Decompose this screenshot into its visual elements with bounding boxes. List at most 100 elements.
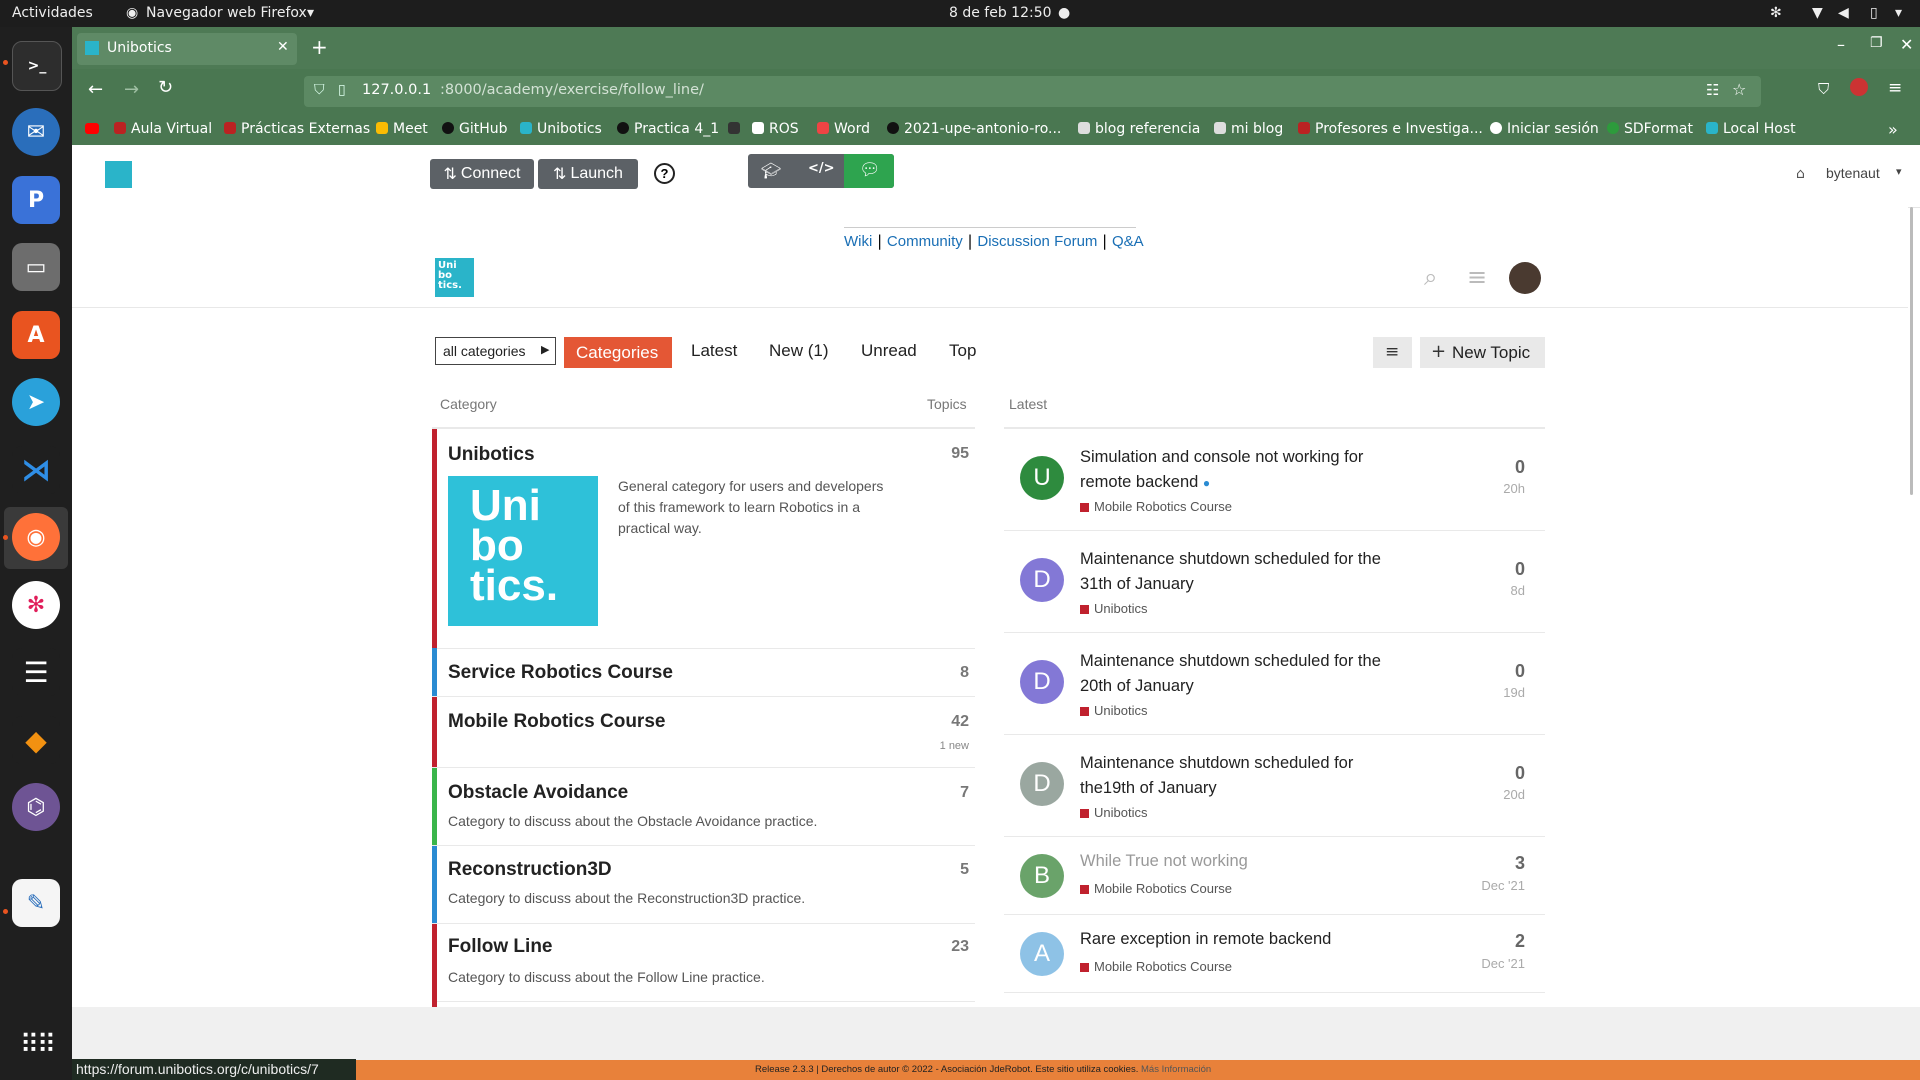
topic-age[interactable]: 19d: [1503, 685, 1525, 700]
bookmark-aula-virtual[interactable]: Aula Virtual: [114, 121, 212, 137]
bookmark-ros[interactable]: ROS: [752, 121, 799, 137]
close-window-icon[interactable]: ✕: [1900, 35, 1913, 54]
unibotics-logo[interactable]: [105, 161, 132, 188]
forward-icon[interactable]: →: [124, 79, 139, 100]
user-avatar[interactable]: [1509, 262, 1541, 294]
topic-avatar[interactable]: B: [1020, 854, 1064, 898]
new-topics-badge[interactable]: 1 new: [940, 740, 969, 752]
tab-unibotics[interactable]: Unibotics ✕: [77, 33, 297, 65]
slack-tray-icon[interactable]: ✻: [1770, 5, 1782, 21]
topic-row[interactable]: A Rare exception in remote backend Mobil…: [1004, 915, 1545, 993]
topic-avatar[interactable]: D: [1020, 660, 1064, 704]
bookmark-upe-repo[interactable]: 2021-upe-antonio-ro...: [887, 121, 1061, 137]
category-name[interactable]: Obstacle Avoidance: [448, 782, 628, 804]
power-menu-icon[interactable]: ▾: [1895, 5, 1902, 21]
bookmarks-overflow-icon[interactable]: »: [1888, 120, 1898, 139]
forum-logo[interactable]: Uni bo tics.: [435, 258, 474, 297]
volume-icon[interactable]: ◀: [1838, 5, 1849, 21]
topic-category[interactable]: Mobile Robotics Course: [1080, 881, 1232, 896]
topic-age[interactable]: 20d: [1503, 787, 1525, 802]
category-name[interactable]: Mobile Robotics Course: [448, 711, 665, 733]
category-selector[interactable]: all categories ▶: [435, 337, 556, 365]
topic-replies[interactable]: 0: [1515, 559, 1525, 580]
home-icon[interactable]: ⌂: [1796, 166, 1805, 182]
topic-replies[interactable]: 0: [1515, 457, 1525, 478]
bookmark-github[interactable]: GitHub: [442, 121, 508, 137]
tab-top[interactable]: Top: [949, 341, 976, 361]
user-menu[interactable]: bytenaut: [1826, 165, 1880, 181]
forum-scrollbar[interactable]: [1910, 207, 1913, 495]
topic-replies[interactable]: 2: [1515, 931, 1525, 952]
extension-abp-icon[interactable]: [1850, 78, 1868, 96]
reader-view-icon[interactable]: ☷: [1706, 81, 1719, 99]
category-row-service-robotics[interactable]: Service Robotics Course 8: [432, 648, 975, 697]
tab-new[interactable]: New (1): [769, 341, 829, 361]
topic-age[interactable]: Dec '21: [1481, 878, 1525, 893]
topic-row[interactable]: D Maintenance shutdown scheduled for the…: [1004, 633, 1545, 735]
bookmark-unibotics[interactable]: Unibotics: [520, 121, 602, 137]
topic-age[interactable]: 8d: [1511, 583, 1525, 598]
category-row-follow-line[interactable]: Follow Line 23 Category to discuss about…: [432, 924, 975, 1002]
pycharm-icon[interactable]: P: [12, 176, 60, 224]
category-name[interactable]: Reconstruction3D: [448, 859, 612, 881]
topic-category[interactable]: Unibotics: [1080, 703, 1147, 718]
bookmark-meet[interactable]: Meet: [376, 121, 428, 137]
help-icon[interactable]: ?: [654, 163, 675, 184]
topic-replies[interactable]: 0: [1515, 661, 1525, 682]
discussion-forum-link[interactable]: Discussion Forum: [977, 233, 1097, 250]
reload-icon[interactable]: ↻: [158, 77, 173, 98]
telegram-icon[interactable]: ➤: [12, 378, 60, 426]
hamburger-menu-icon[interactable]: ≡: [1888, 78, 1902, 98]
bookmark-local-host[interactable]: Local Host: [1706, 121, 1796, 137]
bookmark-star-icon[interactable]: ☆: [1732, 80, 1746, 99]
launch-button[interactable]: ⇅ Launch: [538, 159, 638, 189]
files-icon[interactable]: ▭: [12, 243, 60, 291]
clock[interactable]: 8 de feb 12:50: [949, 5, 1052, 21]
category-row-mobile-robotics[interactable]: Mobile Robotics Course 42 1 new: [432, 697, 975, 768]
show-apps-icon[interactable]: ⠿⠿: [20, 1030, 56, 1060]
topic-avatar[interactable]: A: [1020, 932, 1064, 976]
topic-title[interactable]: Simulation and console not working for r…: [1080, 445, 1410, 496]
topic-replies[interactable]: 3: [1515, 853, 1525, 874]
slack-icon[interactable]: ✻: [12, 581, 60, 629]
topic-replies[interactable]: 0: [1515, 763, 1525, 784]
category-row-obstacle-avoidance[interactable]: Obstacle Avoidance 7 Category to discuss…: [432, 768, 975, 846]
connect-button[interactable]: ⇅ Connect: [430, 159, 534, 189]
settings-sliders-icon[interactable]: ☰: [12, 648, 60, 696]
category-name[interactable]: Unibotics: [448, 444, 535, 466]
topic-avatar[interactable]: D: [1020, 558, 1064, 602]
topic-row[interactable]: D Maintenance shutdown scheduled for the…: [1004, 735, 1545, 837]
bookmark-sdformat[interactable]: SDFormat: [1607, 121, 1693, 137]
topic-row[interactable]: B While True not working Mobile Robotics…: [1004, 837, 1545, 915]
bookmark-word[interactable]: Word: [817, 121, 870, 137]
topic-category[interactable]: Mobile Robotics Course: [1080, 499, 1232, 514]
category-name[interactable]: Follow Line: [448, 936, 553, 958]
sidebar-toggle-button[interactable]: ≡: [1373, 337, 1412, 368]
code-mode-icon[interactable]: </>: [808, 161, 835, 176]
category-row-reconstruction3d[interactable]: Reconstruction3D 5 Category to discuss a…: [432, 846, 975, 924]
pocket-icon[interactable]: ⛉: [1818, 80, 1829, 98]
bookmark-blog-referencia[interactable]: blog referencia: [1078, 121, 1200, 137]
bookmark-profesores[interactable]: Profesores e Investiga...: [1298, 121, 1483, 137]
topic-avatar[interactable]: D: [1020, 762, 1064, 806]
youtube-icon[interactable]: [85, 123, 99, 134]
more-info-link[interactable]: Más Información: [1141, 1064, 1211, 1075]
vscode-icon[interactable]: ⋊: [12, 446, 60, 494]
topic-title[interactable]: Maintenance shutdown scheduled for the 2…: [1080, 649, 1410, 699]
community-link[interactable]: Community: [887, 233, 963, 250]
text-editor-icon[interactable]: ✎: [12, 879, 60, 927]
topic-title[interactable]: Rare exception in remote backend: [1080, 927, 1410, 952]
bookmark-practicas-externas[interactable]: Prácticas Externas: [224, 121, 370, 137]
thunderbird-icon[interactable]: ✉: [12, 108, 60, 156]
topic-age[interactable]: Dec '21: [1481, 956, 1525, 971]
github-desktop-icon[interactable]: ⌬: [12, 783, 60, 831]
new-topic-button[interactable]: + New Topic: [1420, 337, 1545, 368]
restore-icon[interactable]: ❐: [1870, 35, 1883, 51]
tab-latest[interactable]: Latest: [691, 341, 737, 361]
wifi-icon[interactable]: ▼: [1812, 5, 1823, 21]
topic-category[interactable]: Unibotics: [1080, 601, 1147, 616]
topic-row[interactable]: U Simulation and console not working for…: [1004, 429, 1545, 531]
topic-avatar[interactable]: U: [1020, 456, 1064, 500]
topic-title[interactable]: Maintenance shutdown scheduled for the19…: [1080, 751, 1410, 801]
bookmark-iniciar-sesion[interactable]: Iniciar sesión: [1490, 121, 1599, 137]
